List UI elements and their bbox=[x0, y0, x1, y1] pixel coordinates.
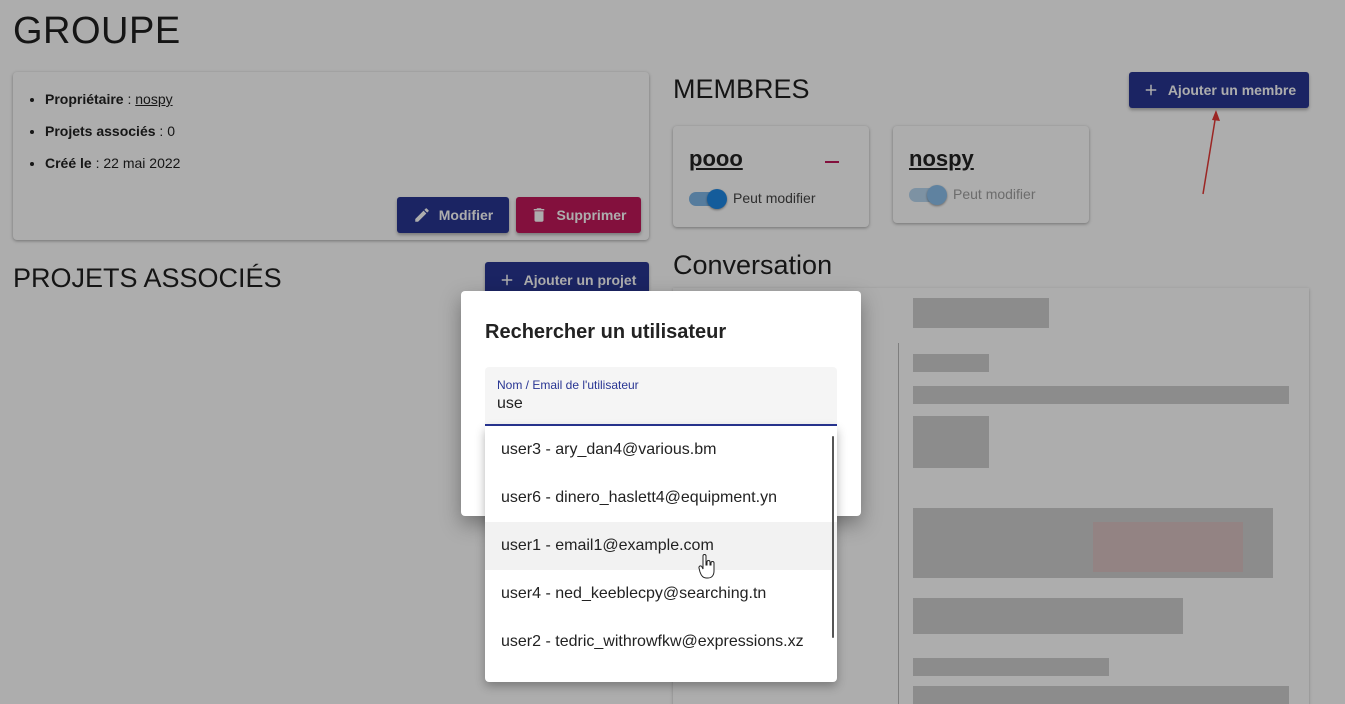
results-scrollbar[interactable] bbox=[832, 436, 834, 638]
user-search-input[interactable] bbox=[497, 395, 817, 413]
search-result-item[interactable]: user4 - ned_keeblecpy@searching.tn bbox=[485, 570, 837, 618]
search-result-item[interactable]: user2 - tedric_withrowfkw@expressions.xz bbox=[485, 618, 837, 666]
search-field-label: Nom / Email de l'utilisateur bbox=[497, 378, 639, 392]
search-result-item[interactable]: user3 - ary_dan4@various.bm bbox=[485, 426, 837, 474]
search-result-item[interactable]: user1 - email1@example.com bbox=[485, 522, 837, 570]
user-search-results: user3 - ary_dan4@various.bm user6 - dine… bbox=[485, 426, 837, 682]
dialog-title: Rechercher un utilisateur bbox=[485, 321, 727, 343]
search-result-item[interactable]: user6 - dinero_haslett4@equipment.yn bbox=[485, 474, 837, 522]
hand-cursor-icon bbox=[698, 554, 715, 579]
user-search-field[interactable]: Nom / Email de l'utilisateur bbox=[485, 367, 837, 426]
